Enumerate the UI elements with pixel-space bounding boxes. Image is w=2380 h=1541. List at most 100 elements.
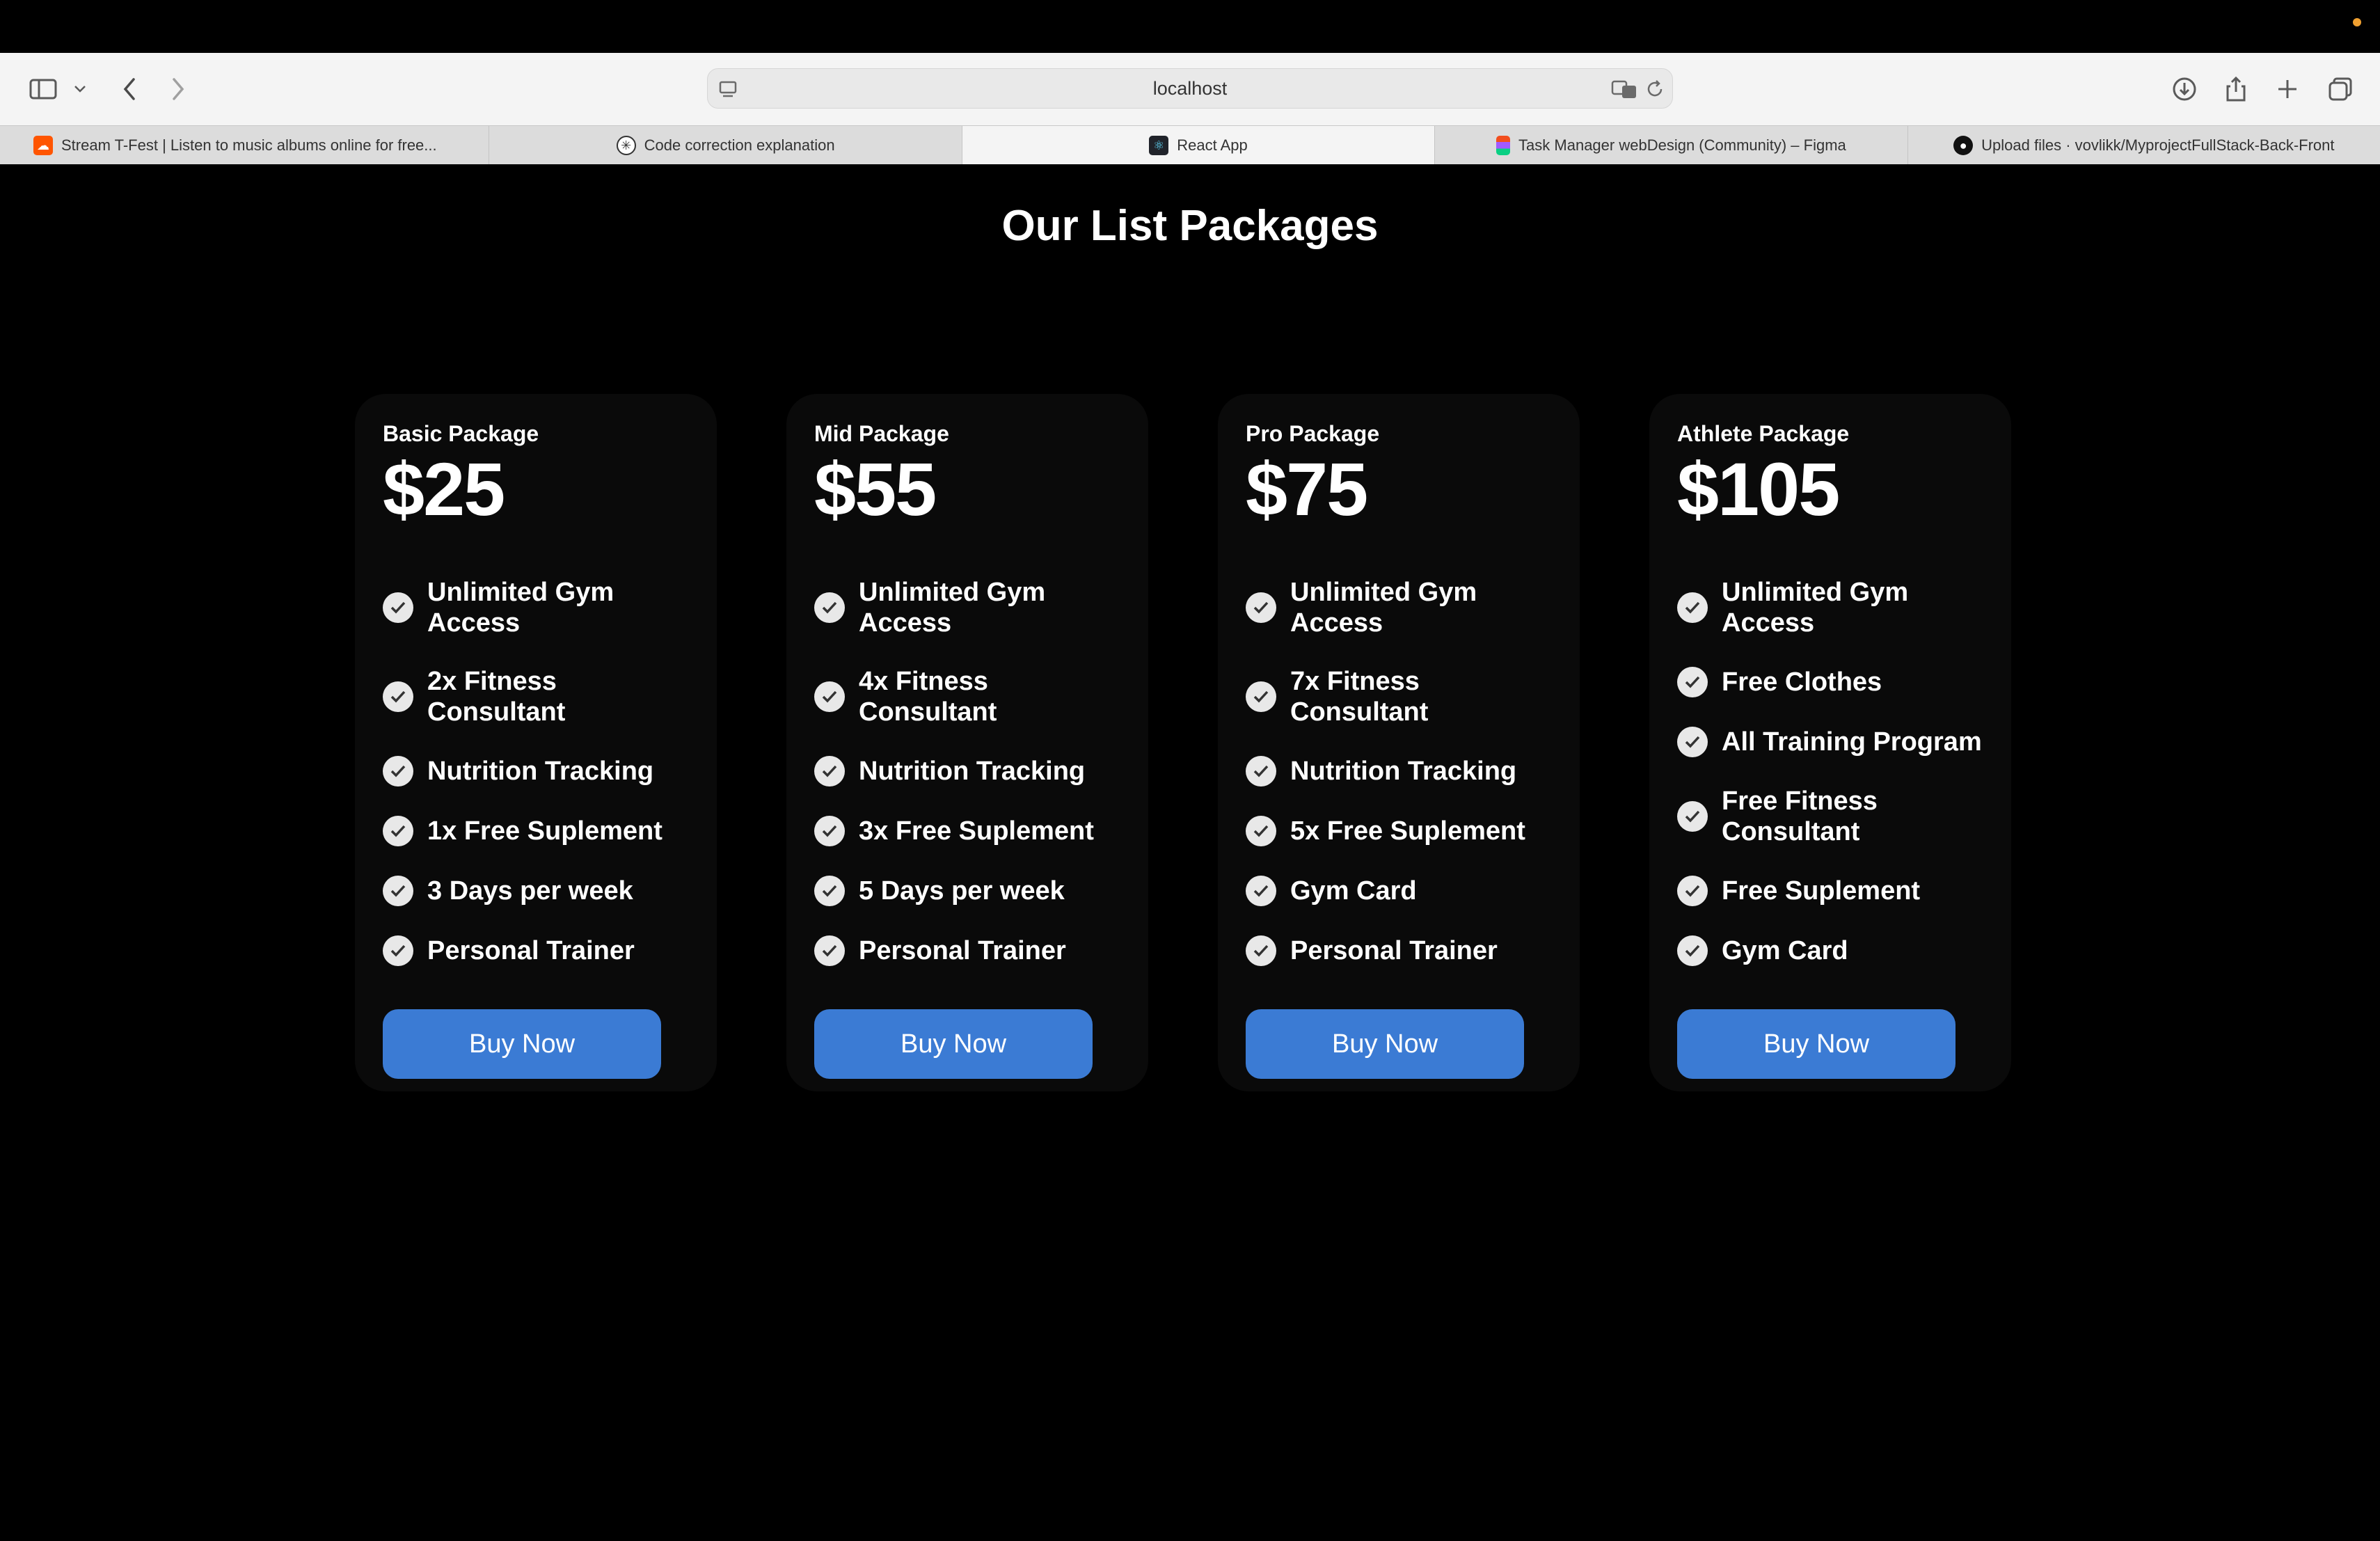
buy-now-button[interactable]: Buy Now — [383, 1009, 661, 1079]
feature-list: Unlimited Gym Access Free Clothes All Tr… — [1677, 563, 1983, 981]
package-card-mid: Mid Package $55 Unlimited Gym Access 4x … — [786, 394, 1148, 1091]
tab-overview-icon[interactable] — [2324, 67, 2356, 111]
feature-item: Unlimited Gym Access — [814, 563, 1120, 652]
tab-soundcloud[interactable]: ☁ Stream T-Fest | Listen to music albums… — [0, 126, 490, 165]
feature-text: Unlimited Gym Access — [859, 578, 1046, 638]
feature-text: Unlimited Gym Access — [1722, 578, 1909, 638]
feature-text: Unlimited Gym Access — [427, 578, 614, 638]
check-icon — [1677, 727, 1708, 758]
check-icon — [1246, 681, 1276, 713]
feature-item: Unlimited Gym Access — [1677, 563, 1983, 652]
check-icon — [383, 935, 413, 967]
package-card-pro: Pro Package $75 Unlimited Gym Access 7x … — [1218, 394, 1580, 1091]
tab-react-app[interactable]: ⚛ React App — [962, 126, 1436, 165]
package-price: $25 — [383, 447, 505, 532]
feature-text: Nutrition Tracking — [427, 757, 654, 787]
check-icon — [814, 756, 845, 787]
check-icon — [1677, 876, 1708, 907]
feature-item: Nutrition Tracking — [1246, 741, 1552, 801]
buy-now-button[interactable]: Buy Now — [1246, 1009, 1524, 1079]
address-bar[interactable]: localhost — [707, 68, 1673, 109]
feature-item: Unlimited Gym Access — [383, 563, 689, 652]
check-icon — [1677, 667, 1708, 698]
feature-text: 5x Free Suplement — [1290, 816, 1525, 846]
tab-figma[interactable]: Task Manager webDesign (Community) – Fig… — [1435, 126, 1908, 165]
package-name: Mid Package — [814, 421, 949, 446]
tab-label: Code correction explanation — [644, 136, 835, 154]
feature-item: 4x Fitness Consultant — [814, 652, 1120, 741]
feature-item: All Training Program — [1677, 712, 1983, 772]
url-text[interactable]: localhost — [708, 69, 1672, 108]
feature-text: 4x Fitness Consultant — [859, 667, 997, 727]
share-icon[interactable] — [2220, 67, 2252, 111]
feature-text: 3 Days per week — [427, 876, 633, 906]
react-icon: ⚛ — [1149, 136, 1169, 155]
downloads-icon[interactable] — [2168, 67, 2200, 111]
tab-chatgpt[interactable]: ✳ Code correction explanation — [489, 126, 962, 165]
feature-item: Personal Trainer — [1246, 921, 1552, 981]
tab-label: Stream T-Fest | Listen to music albums o… — [61, 136, 437, 154]
feature-item: Unlimited Gym Access — [1246, 563, 1552, 652]
package-price: $55 — [814, 447, 937, 532]
feature-item: 5x Free Suplement — [1246, 801, 1552, 861]
tab-label: React App — [1177, 136, 1248, 154]
package-name: Athlete Package — [1677, 421, 1850, 446]
feature-text: Free Clothes — [1722, 667, 1882, 697]
github-icon: ● — [1953, 136, 1974, 155]
check-icon — [383, 681, 413, 713]
page-title: Our List Packages — [1001, 202, 1379, 250]
package-name: Basic Package — [383, 421, 539, 446]
check-icon — [814, 592, 845, 624]
sidebar-toggle-icon[interactable] — [25, 67, 61, 111]
browser-toolbar: localhost — [0, 53, 2380, 125]
check-icon — [814, 876, 845, 907]
feature-list: Unlimited Gym Access 7x Fitness Consulta… — [1246, 563, 1552, 981]
feature-item: 7x Fitness Consultant — [1246, 652, 1552, 741]
feature-item: Gym Card — [1677, 921, 1983, 981]
feature-item: 5 Days per week — [814, 861, 1120, 921]
package-price: $105 — [1677, 447, 1840, 532]
check-icon — [1246, 592, 1276, 624]
check-icon — [1246, 876, 1276, 907]
translate-icon[interactable] — [1611, 76, 1639, 102]
feature-text: Free Suplement — [1722, 876, 1921, 906]
feature-text: 3x Free Suplement — [859, 816, 1094, 846]
new-tab-icon[interactable] — [2271, 67, 2303, 111]
check-icon — [383, 876, 413, 907]
chevron-down-icon[interactable] — [70, 67, 90, 111]
forward-icon[interactable] — [164, 67, 192, 111]
check-icon — [1677, 935, 1708, 967]
notification-dot — [2353, 18, 2361, 26]
feature-list: Unlimited Gym Access 2x Fitness Consulta… — [383, 563, 689, 981]
tab-bar: ☁ Stream T-Fest | Listen to music albums… — [0, 125, 2380, 165]
feature-item: Nutrition Tracking — [383, 741, 689, 801]
feature-item: Personal Trainer — [383, 921, 689, 981]
chatgpt-icon: ✳ — [616, 136, 636, 155]
tab-github[interactable]: ● Upload files · vovlikk/MyprojectFullSt… — [1908, 126, 2380, 165]
feature-text: 7x Fitness Consultant — [1290, 667, 1429, 727]
check-icon — [814, 935, 845, 967]
feature-text: 2x Fitness Consultant — [427, 667, 566, 727]
buy-now-button[interactable]: Buy Now — [814, 1009, 1093, 1079]
feature-item: Gym Card — [1246, 861, 1552, 921]
check-icon — [1246, 816, 1276, 847]
feature-item: Nutrition Tracking — [814, 741, 1120, 801]
figma-icon — [1496, 136, 1511, 155]
tab-label: Task Manager webDesign (Community) – Fig… — [1518, 136, 1846, 154]
feature-item: Free Suplement — [1677, 861, 1983, 921]
soundcloud-icon: ☁ — [33, 136, 53, 155]
check-icon — [1677, 801, 1708, 832]
reload-icon[interactable] — [1644, 76, 1665, 102]
feature-text: Nutrition Tracking — [1290, 757, 1517, 787]
check-icon — [383, 592, 413, 624]
buy-now-button[interactable]: Buy Now — [1677, 1009, 1955, 1079]
check-icon — [1246, 935, 1276, 967]
feature-text: Personal Trainer — [859, 936, 1066, 966]
feature-item: Free Clothes — [1677, 652, 1983, 712]
feature-text: Free Fitness Consultant — [1722, 787, 1878, 847]
feature-text: Personal Trainer — [427, 936, 635, 966]
package-name: Pro Package — [1246, 421, 1380, 446]
feature-text: 5 Days per week — [859, 876, 1065, 906]
check-icon — [814, 681, 845, 713]
back-icon[interactable] — [116, 67, 143, 111]
